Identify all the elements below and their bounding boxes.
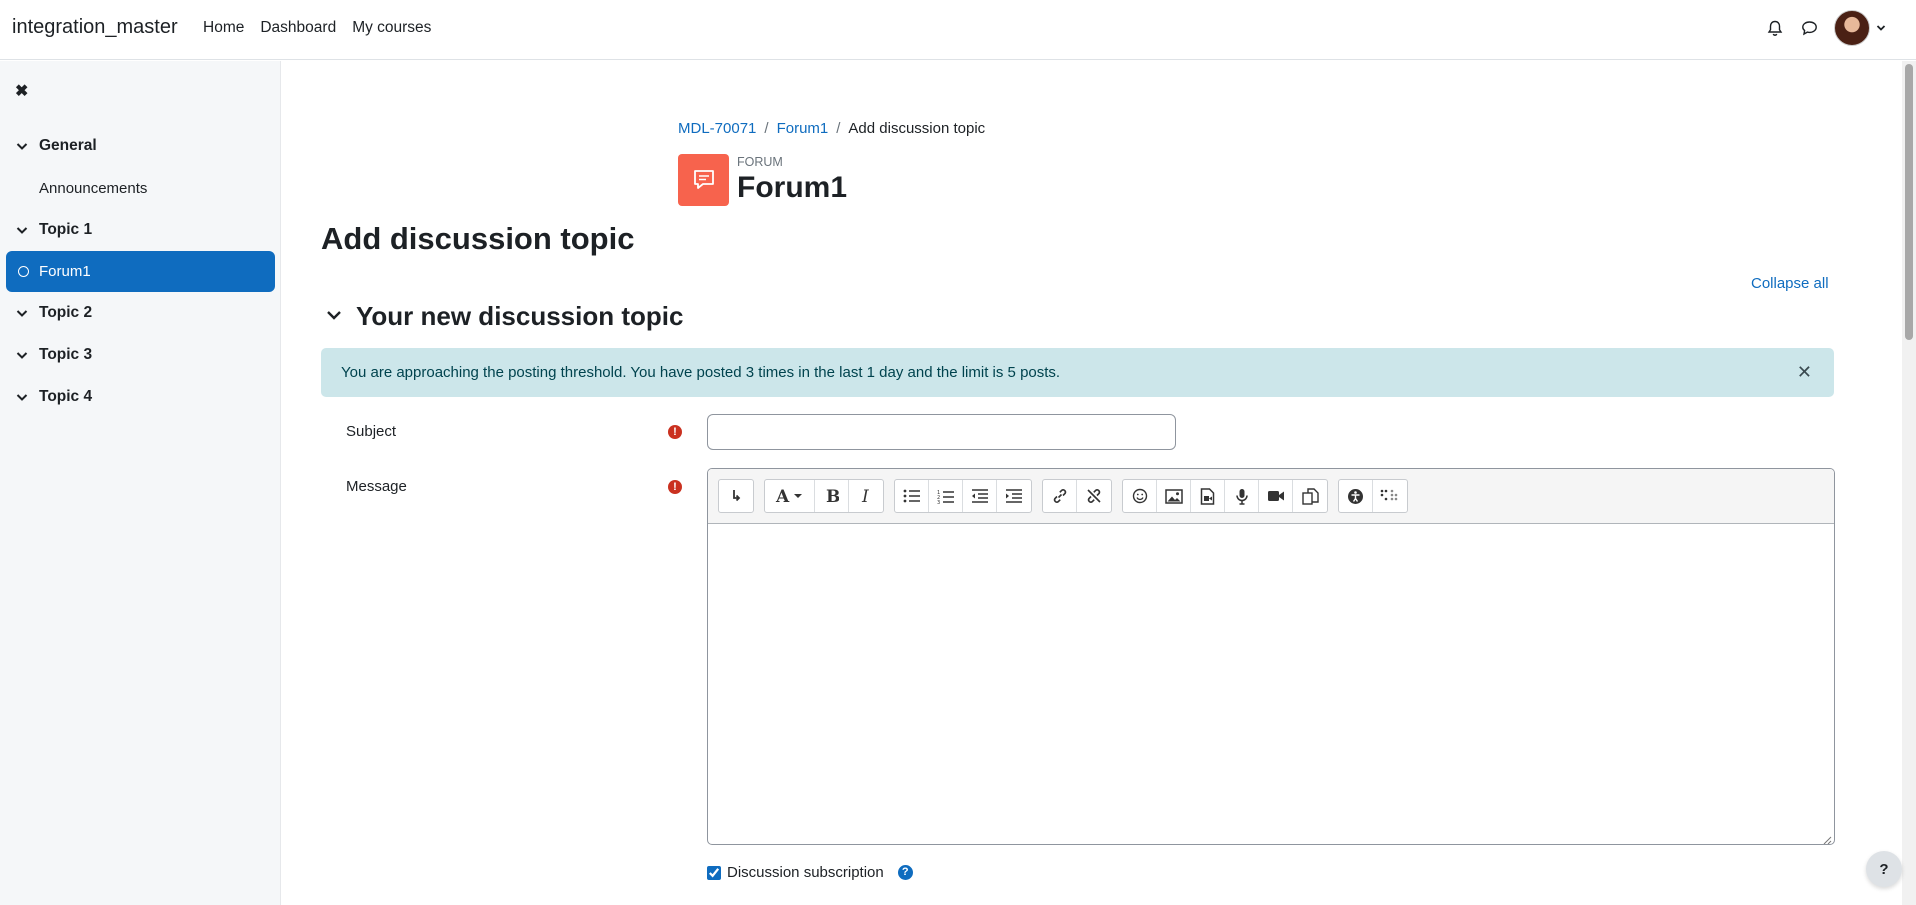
bell-icon[interactable] bbox=[1766, 19, 1784, 37]
screenreader-helper-icon[interactable] bbox=[1373, 480, 1407, 512]
activity-name: Forum1 bbox=[737, 171, 848, 204]
breadcrumb-forum[interactable]: Forum1 bbox=[777, 120, 829, 137]
completion-circle-icon bbox=[18, 266, 29, 277]
required-icon: ! bbox=[668, 480, 682, 494]
section-topic-3[interactable]: Topic 3 bbox=[0, 334, 281, 376]
breadcrumb-separator: / bbox=[764, 120, 769, 137]
unordered-list-icon[interactable] bbox=[895, 480, 929, 512]
close-icon[interactable]: ✖ bbox=[15, 81, 28, 101]
indent-icon[interactable] bbox=[997, 480, 1031, 512]
section-topic-1[interactable]: Topic 1 bbox=[0, 209, 281, 251]
discussion-subscription-label: Discussion subscription bbox=[727, 864, 884, 881]
close-icon[interactable]: ✕ bbox=[1797, 362, 1812, 383]
resize-handle-icon[interactable] bbox=[1822, 832, 1832, 844]
discussion-subscription-checkbox[interactable] bbox=[707, 865, 721, 880]
section-topic-4[interactable]: Topic 4 bbox=[0, 376, 281, 418]
editor-content-area[interactable] bbox=[708, 524, 1834, 844]
ordered-list-icon[interactable]: 123 bbox=[929, 480, 963, 512]
required-icon: ! bbox=[668, 425, 682, 439]
message-label: Message bbox=[346, 478, 407, 495]
navbar: integration_master Home Dashboard My cou… bbox=[0, 0, 1916, 60]
scrollbar-thumb[interactable] bbox=[1905, 64, 1913, 340]
page-title: Add discussion topic bbox=[321, 221, 635, 256]
course-index-drawer: ✖ General Announcements Topic 1 Forum1 T… bbox=[0, 61, 281, 905]
course-index: General Announcements Topic 1 Forum1 Top… bbox=[0, 125, 281, 418]
toolbar-group-collapse bbox=[718, 479, 754, 513]
avatar[interactable] bbox=[1834, 10, 1870, 46]
toolbar-group-accessibility bbox=[1338, 479, 1408, 513]
navbar-actions bbox=[1766, 10, 1886, 46]
microphone-icon[interactable] bbox=[1225, 480, 1259, 512]
editor-toolbar: A B I 123 bbox=[708, 469, 1834, 524]
subject-input[interactable] bbox=[707, 414, 1176, 450]
chevron-down-icon[interactable] bbox=[16, 309, 30, 318]
chevron-down-icon[interactable] bbox=[326, 308, 342, 326]
collapse-all-link[interactable]: Collapse all bbox=[1751, 275, 1829, 292]
nav-dashboard[interactable]: Dashboard bbox=[260, 19, 336, 37]
chevron-down-icon[interactable] bbox=[16, 142, 30, 151]
user-menu[interactable] bbox=[1834, 10, 1886, 46]
main-content: MDL-70071 / Forum1 / Add discussion topi… bbox=[282, 61, 1902, 905]
paragraph-styles-icon[interactable]: A bbox=[765, 480, 815, 512]
nav-home[interactable]: Home bbox=[203, 19, 244, 37]
message-editor[interactable]: A B I 123 bbox=[707, 468, 1835, 845]
page-help-button[interactable]: ? bbox=[1866, 851, 1902, 887]
svg-text:3: 3 bbox=[937, 500, 940, 504]
svg-text:A: A bbox=[775, 488, 790, 504]
svg-text:B: B bbox=[826, 488, 839, 504]
forum-icon bbox=[678, 154, 729, 206]
chevron-down-icon[interactable] bbox=[16, 351, 30, 360]
svg-text:I: I bbox=[861, 488, 869, 504]
speech-bubble-icon[interactable] bbox=[1800, 19, 1818, 37]
manage-files-icon[interactable] bbox=[1293, 480, 1327, 512]
italic-icon[interactable]: I bbox=[849, 480, 883, 512]
outdent-icon[interactable] bbox=[963, 480, 997, 512]
section-topic-2[interactable]: Topic 2 bbox=[0, 292, 281, 334]
show-more-buttons-icon[interactable] bbox=[719, 480, 753, 512]
link-icon[interactable] bbox=[1043, 480, 1077, 512]
image-icon[interactable] bbox=[1157, 480, 1191, 512]
breadcrumb: MDL-70071 / Forum1 / Add discussion topi… bbox=[678, 120, 985, 137]
chevron-down-icon[interactable] bbox=[1876, 19, 1886, 37]
video-camera-icon[interactable] bbox=[1259, 480, 1293, 512]
breadcrumb-course[interactable]: MDL-70071 bbox=[678, 120, 756, 137]
accessibility-checker-icon[interactable] bbox=[1339, 480, 1373, 512]
subject-label: Subject bbox=[346, 423, 397, 440]
help-icon[interactable]: ? bbox=[897, 865, 913, 880]
breadcrumb-current: Add discussion topic bbox=[848, 120, 986, 137]
activity-title-block: FORUM Forum1 bbox=[737, 155, 847, 205]
chevron-down-icon[interactable] bbox=[16, 226, 30, 235]
discussion-subscription: Discussion subscription ? bbox=[707, 864, 913, 881]
primary-navigation: Home Dashboard My courses bbox=[203, 19, 431, 37]
toolbar-group-list: 123 bbox=[894, 479, 1032, 513]
toolbar-group-style: A B I bbox=[764, 479, 884, 513]
toolbar-group-insert bbox=[1122, 479, 1328, 513]
site-name[interactable]: integration_master bbox=[12, 16, 178, 39]
bold-icon[interactable]: B bbox=[815, 480, 849, 512]
chevron-down-icon[interactable] bbox=[16, 393, 30, 402]
activity-header: FORUM Forum1 bbox=[678, 154, 847, 206]
fieldset-legend[interactable]: Your new discussion topic bbox=[326, 301, 683, 332]
activity-type: FORUM bbox=[737, 155, 783, 169]
media-icon[interactable] bbox=[1191, 480, 1225, 512]
section-general[interactable]: General bbox=[0, 125, 281, 167]
emoji-icon[interactable] bbox=[1123, 480, 1157, 512]
alert-text: You are approaching the posting threshol… bbox=[341, 364, 1061, 381]
toolbar-group-links bbox=[1042, 479, 1112, 513]
unlink-icon[interactable] bbox=[1077, 480, 1111, 512]
posting-threshold-alert: You are approaching the posting threshol… bbox=[321, 348, 1834, 397]
page-scrollbar[interactable] bbox=[1902, 61, 1916, 905]
course-index-item-forum1[interactable]: Forum1 bbox=[6, 251, 275, 292]
breadcrumb-separator: / bbox=[836, 120, 841, 137]
nav-my-courses[interactable]: My courses bbox=[352, 19, 431, 37]
course-index-item-announcements[interactable]: Announcements bbox=[0, 167, 281, 209]
